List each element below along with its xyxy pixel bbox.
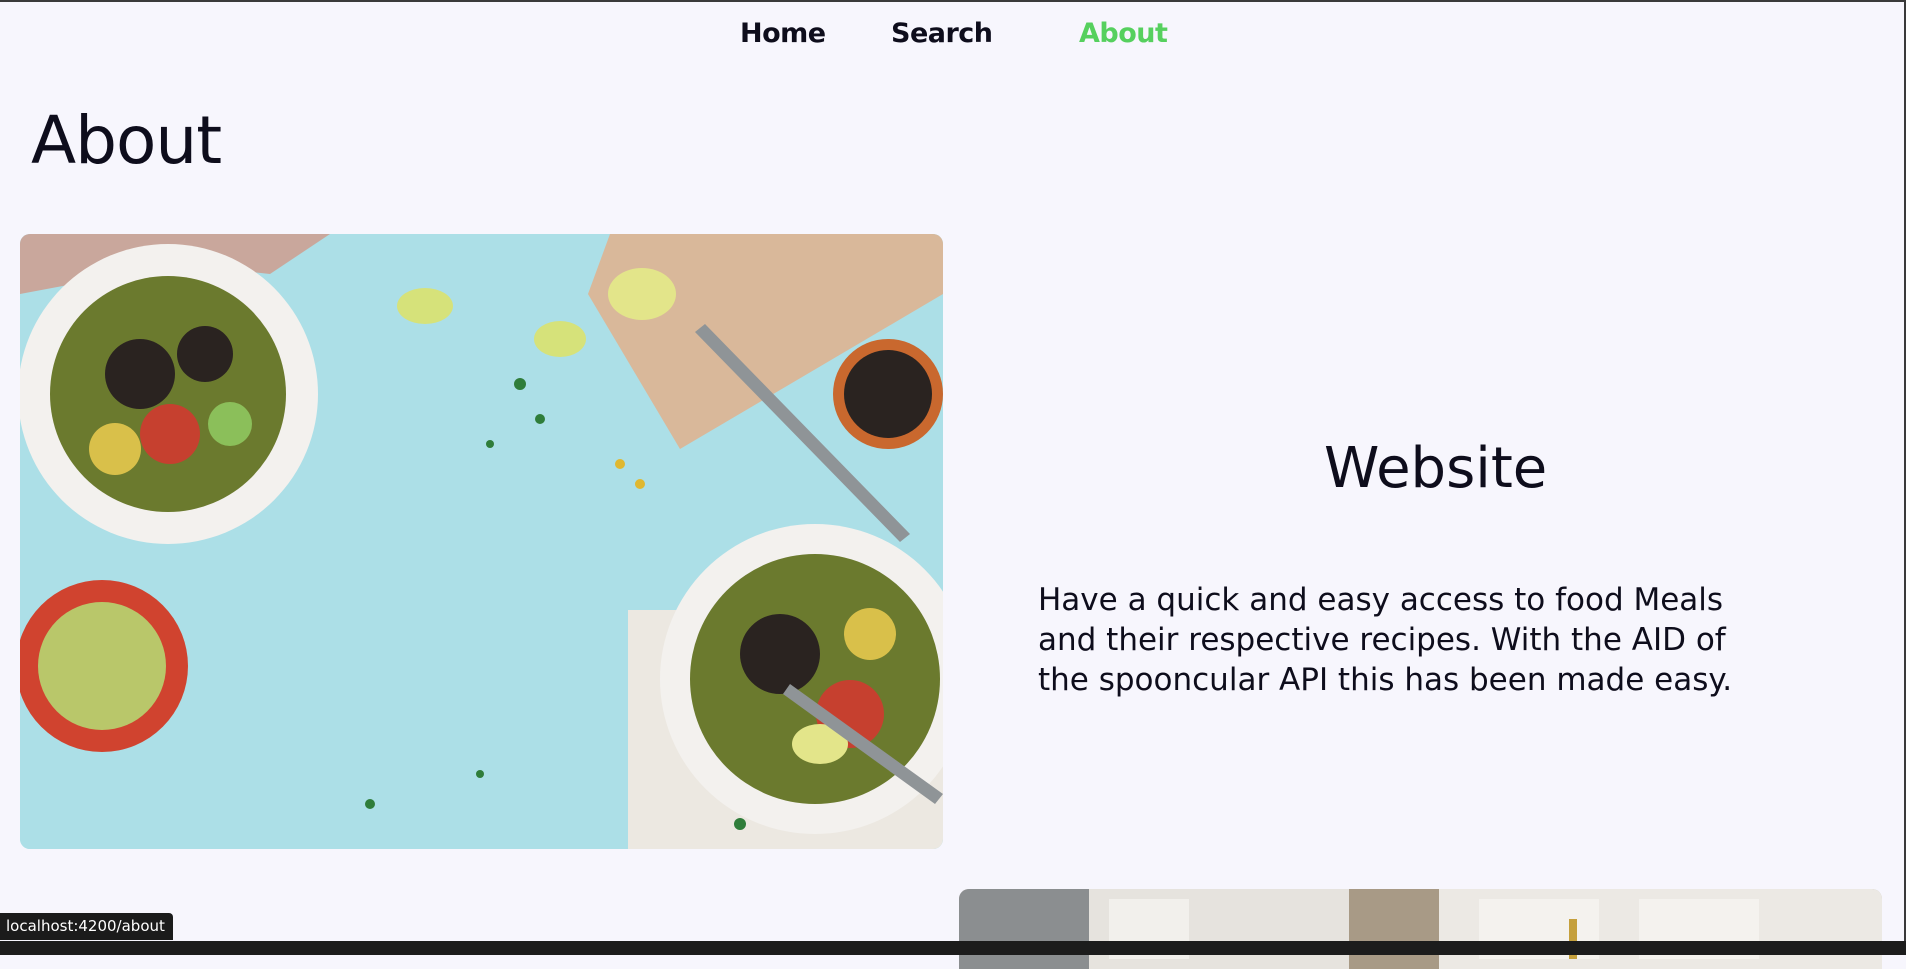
hero-food-image [20,234,943,849]
nav-home-link[interactable]: Home [740,18,826,49]
status-bar-url: localhost:4200/about [0,913,173,940]
taskbar [0,941,1906,955]
kitchen-image [959,889,1882,969]
nav-about-link[interactable]: About [1079,18,1168,49]
nav-search-link[interactable]: Search [891,18,993,49]
window-top-border [0,0,1906,2]
top-navigation: Home Search About [0,18,1906,58]
website-heading: Website [1324,436,1548,501]
website-description: Have a quick and easy access to food Mea… [1038,582,1733,698]
page-title: About [31,102,222,179]
